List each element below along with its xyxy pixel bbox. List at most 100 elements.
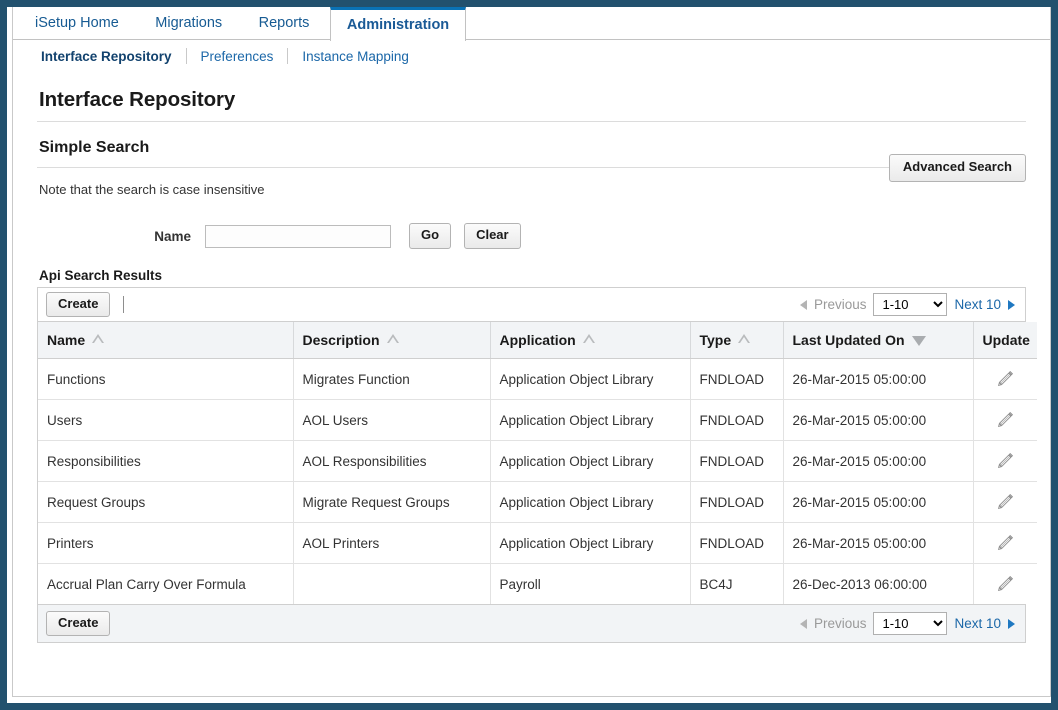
tab-reports[interactable]: Reports	[243, 7, 326, 40]
row-cell-type: FNDLOAD	[690, 399, 784, 441]
sort-ascending-icon[interactable]	[386, 334, 399, 343]
row-cell-description: AOL Responsibilities	[293, 440, 491, 482]
table-row: Responsibilities AOL Responsibilities Appl…	[38, 440, 1037, 482]
main-tabbar: iSetup Home Migrations Reports Administr…	[13, 7, 1050, 41]
column-header-type[interactable]: Type	[690, 322, 784, 359]
pencil-icon[interactable]	[994, 450, 1016, 472]
pencil-icon[interactable]	[994, 491, 1016, 513]
row-cell-description: Migrates Function	[293, 358, 491, 400]
name-input[interactable]	[205, 224, 391, 248]
table-row: Users AOL Users Application Object Library…	[38, 399, 1037, 441]
row-cell-name: Accrual Plan Carry Over Formula	[38, 563, 294, 604]
results-label: Api Search Results	[39, 268, 163, 283]
column-header-label: Application	[499, 332, 576, 348]
page-range-select-bottom[interactable]: 1-10	[873, 612, 948, 635]
row-cell-application: Payroll	[490, 563, 691, 604]
row-cell-update[interactable]	[973, 399, 1037, 441]
subnav-item-preferences[interactable]: Preferences	[187, 49, 288, 64]
table-row: Accrual Plan Carry Over Formula Payroll BC…	[38, 563, 1037, 604]
subnav-item-interface-repository[interactable]: Interface Repository	[35, 49, 186, 64]
row-cell-update[interactable]	[973, 358, 1037, 400]
row-cell-update[interactable]	[973, 563, 1037, 604]
column-header-update: Update	[973, 322, 1037, 359]
pencil-icon[interactable]	[994, 409, 1016, 431]
row-cell-type: BC4J	[690, 563, 784, 604]
pagination-top: Previous 1-10 Next 10	[799, 293, 1017, 316]
section-title-simple-search: Simple Search	[39, 139, 150, 156]
row-cell-name: Responsibilities	[38, 440, 294, 482]
row-cell-name: Printers	[38, 522, 294, 564]
clear-button[interactable]: Clear	[464, 223, 521, 249]
column-header-name[interactable]: Name	[38, 322, 294, 359]
subnav: Interface Repository Preferences Instanc…	[13, 40, 1050, 72]
sort-ascending-icon[interactable]	[738, 334, 751, 343]
next-link-top[interactable]: Next 10	[954, 297, 1001, 312]
go-button[interactable]: Go	[409, 223, 452, 249]
app-panel: iSetup Home Migrations Reports Administr…	[12, 7, 1051, 697]
sort-ascending-icon[interactable]	[582, 334, 595, 343]
next-link-bottom[interactable]: Next 10	[954, 616, 1001, 631]
tab-isetup-home[interactable]: iSetup Home	[19, 7, 135, 40]
row-cell-last-updated-on: 26-Mar-2015 05:00:00	[783, 358, 974, 400]
browser-window-frame: iSetup Home Migrations Reports Administr…	[0, 0, 1058, 710]
page-range-select-top[interactable]: 1-10	[873, 293, 948, 316]
search-row: Name Go Clear	[35, 222, 1028, 250]
previous-arrow-icon	[799, 299, 807, 310]
table-toolbar-top: Create Previous 1-10 Next 10	[38, 288, 1025, 322]
row-cell-last-updated-on: 26-Dec-2013 06:00:00	[783, 563, 974, 604]
sort-descending-icon[interactable]	[911, 336, 926, 346]
previous-link-bottom: Previous	[813, 616, 867, 631]
pencil-icon[interactable]	[994, 573, 1016, 595]
row-cell-description: Migrate Request Groups	[293, 481, 491, 523]
advanced-search-button[interactable]: Advanced Search	[888, 154, 1026, 182]
search-note-row: Note that the search is case insensitive…	[35, 154, 1028, 202]
row-cell-update[interactable]	[973, 522, 1037, 564]
row-cell-type: FNDLOAD	[690, 440, 784, 482]
column-header-last-updated-on[interactable]: Last Updated On	[783, 322, 974, 359]
previous-link-top: Previous	[813, 297, 867, 312]
pencil-icon[interactable]	[994, 368, 1016, 390]
search-note: Note that the search is case insensitive	[39, 182, 265, 197]
row-cell-description	[293, 563, 491, 604]
row-cell-application: Application Object Library	[490, 481, 691, 523]
column-header-label: Description	[302, 332, 380, 348]
row-cell-application: Application Object Library	[490, 358, 691, 400]
column-header-application[interactable]: Application	[490, 322, 691, 359]
column-header-label: Name	[47, 332, 86, 348]
create-button-top[interactable]: Create	[46, 291, 111, 318]
next-arrow-icon	[1008, 618, 1015, 629]
sort-ascending-icon[interactable]	[92, 334, 105, 343]
row-cell-name: Request Groups	[38, 481, 294, 523]
page-title: Interface Repository	[39, 88, 236, 111]
column-header-label: Last Updated On	[792, 332, 905, 348]
tab-administration[interactable]: Administration	[329, 7, 467, 41]
row-cell-last-updated-on: 26-Mar-2015 05:00:00	[783, 481, 974, 523]
pagination-bottom: Previous 1-10 Next 10	[799, 612, 1017, 635]
tab-migrations[interactable]: Migrations	[139, 7, 238, 40]
next-arrow-icon	[1008, 299, 1015, 310]
row-cell-name: Users	[38, 399, 294, 441]
toolbar-divider	[123, 296, 125, 313]
pencil-icon[interactable]	[994, 532, 1016, 554]
row-cell-update[interactable]	[973, 481, 1037, 523]
table-header-row: Name Description Application Type Last U…	[38, 322, 1037, 359]
table-row: Request Groups Migrate Request Groups Appl…	[38, 481, 1037, 523]
row-cell-last-updated-on: 26-Mar-2015 05:00:00	[783, 440, 974, 482]
results-table: Name Description Application Type Last U…	[38, 322, 1037, 604]
row-cell-type: FNDLOAD	[690, 358, 784, 400]
subnav-item-instance-mapping[interactable]: Instance Mapping	[288, 49, 423, 64]
create-button-bottom[interactable]: Create	[46, 610, 111, 637]
row-cell-description: AOL Printers	[293, 522, 491, 564]
row-cell-application: Application Object Library	[490, 399, 691, 441]
row-cell-name: Functions	[38, 358, 294, 400]
row-cell-update[interactable]	[973, 440, 1037, 482]
column-header-description[interactable]: Description	[293, 322, 491, 359]
column-header-label: Type	[699, 332, 732, 348]
column-header-label: Update	[982, 332, 1030, 348]
table-row: Functions Migrates Function Application Ob…	[38, 358, 1037, 400]
previous-arrow-icon	[799, 618, 807, 629]
title-divider	[37, 121, 1026, 122]
name-field-label: Name	[154, 228, 191, 244]
row-cell-last-updated-on: 26-Mar-2015 05:00:00	[783, 522, 974, 564]
page-content: Interface Repository Simple Search Note …	[13, 88, 1050, 643]
